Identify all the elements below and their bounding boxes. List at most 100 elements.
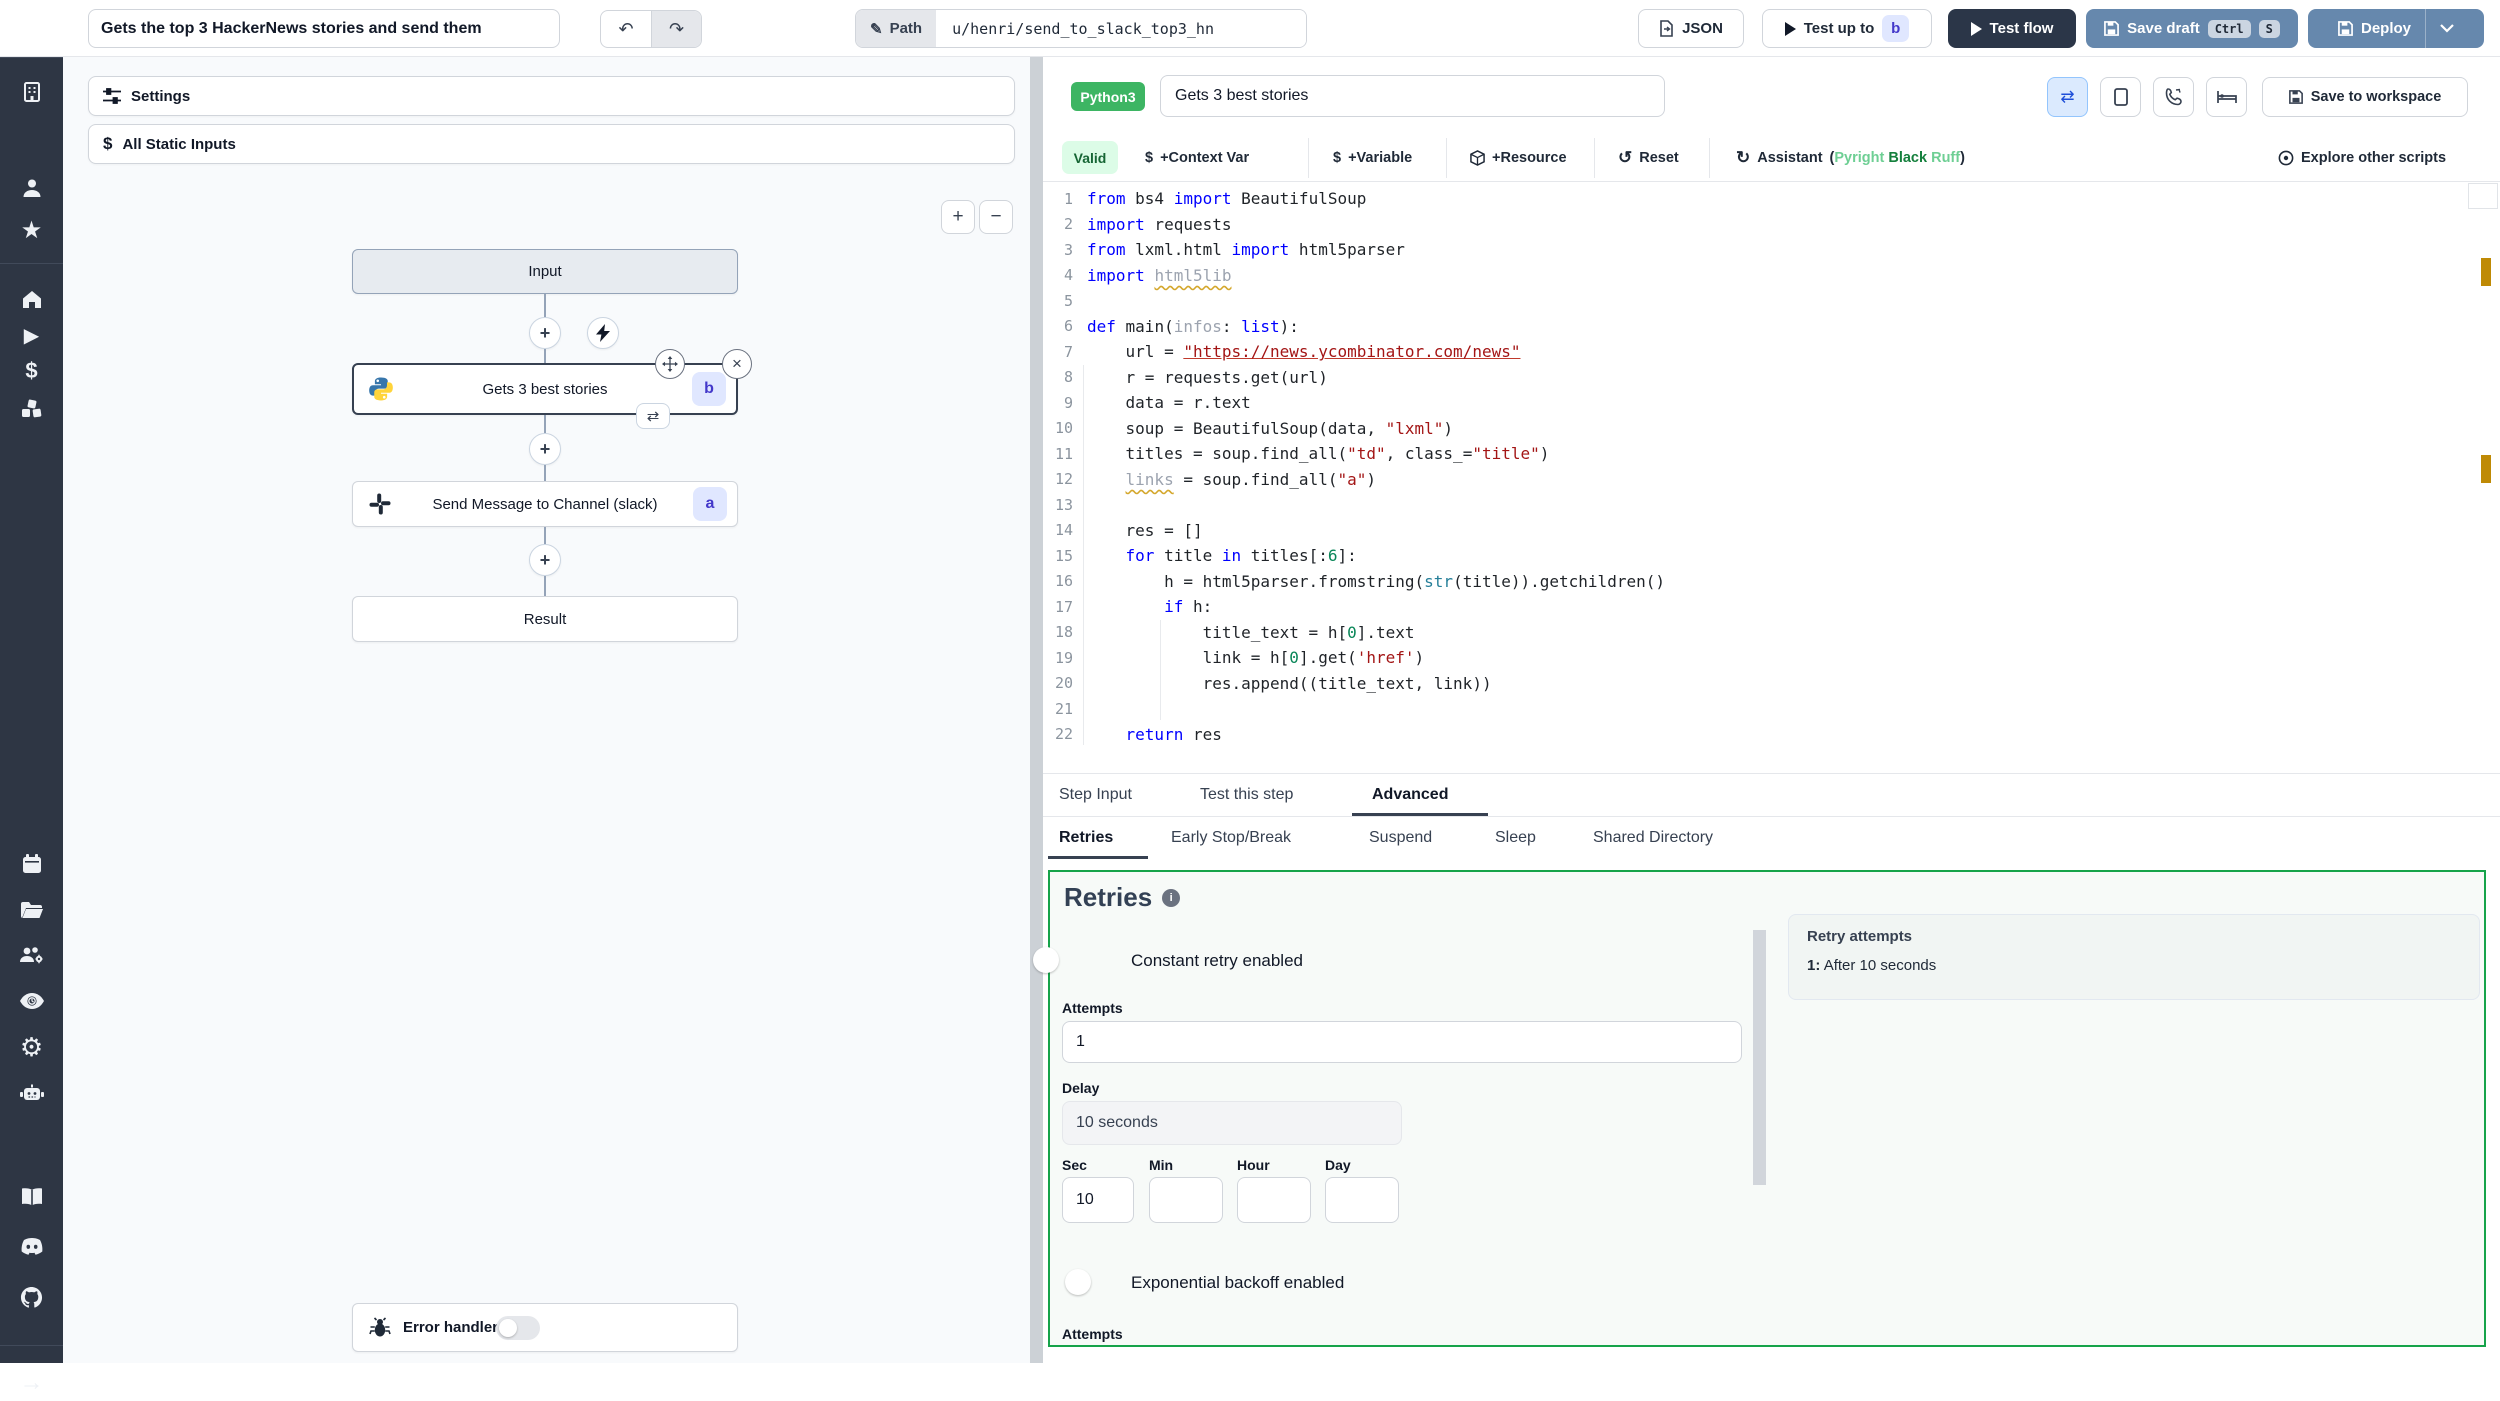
sidebar-item-resources[interactable] bbox=[0, 391, 63, 427]
flow-title-input[interactable] bbox=[88, 9, 560, 48]
move-step-button[interactable] bbox=[655, 349, 685, 379]
code-line[interactable]: 14 res = [] bbox=[1043, 518, 2473, 544]
add-resource-button[interactable]: +Resource bbox=[1470, 143, 1567, 173]
retry-attempt-text: After 10 seconds bbox=[1823, 957, 1937, 974]
code-line[interactable]: 20 res.append((title_text, link)) bbox=[1043, 671, 2473, 697]
flow-node-result[interactable]: Result bbox=[352, 596, 738, 642]
min-input[interactable] bbox=[1149, 1177, 1223, 1223]
tab-test-this-step[interactable]: Test this step bbox=[1200, 786, 1293, 804]
assistant-button[interactable]: ↻ Assistant (Pyright Black Ruff) bbox=[1736, 143, 1965, 173]
step-title-input[interactable] bbox=[1160, 75, 1665, 117]
static-inputs-button[interactable]: $ All Static Inputs bbox=[88, 124, 1015, 164]
tab-sleep[interactable]: Sleep bbox=[1495, 829, 1536, 847]
sidebar-item-runs[interactable]: ▶ bbox=[0, 317, 63, 353]
info-icon[interactable]: i bbox=[1162, 888, 1181, 907]
code-line[interactable]: 22 return res bbox=[1043, 722, 2473, 748]
code-editor[interactable]: 1 from bs4 import BeautifulSoup 2 import re… bbox=[1043, 186, 2473, 747]
day-input[interactable] bbox=[1325, 1177, 1399, 1223]
code-line[interactable]: 19 link = h[0].get('href') bbox=[1043, 645, 2473, 671]
sec-input[interactable] bbox=[1062, 1177, 1134, 1223]
sleep-button[interactable] bbox=[2206, 77, 2247, 117]
path-field[interactable]: ✎ Path u/henri/send_to_slack_top3_hn bbox=[855, 9, 1308, 48]
undo-button[interactable]: ↶ bbox=[601, 11, 651, 47]
add-variable-label: +Variable bbox=[1348, 150, 1413, 166]
add-step-button[interactable]: + bbox=[529, 544, 561, 576]
zoom-out-button[interactable]: − bbox=[979, 200, 1013, 234]
suspend-button[interactable] bbox=[2153, 77, 2194, 117]
delete-step-button[interactable]: × bbox=[722, 349, 752, 379]
explore-scripts-button[interactable]: Explore other scripts bbox=[2278, 143, 2446, 173]
add-context-var-button[interactable]: $ +Context Var bbox=[1145, 143, 1249, 173]
code-line[interactable]: 8 r = requests.get(url) bbox=[1043, 365, 2473, 391]
retries-scrollbar[interactable] bbox=[1753, 930, 1766, 1185]
sidebar-item-workers[interactable] bbox=[0, 1075, 63, 1111]
tab-retries[interactable]: Retries bbox=[1059, 829, 1113, 847]
add-step-button[interactable]: + bbox=[529, 317, 561, 349]
flow-node-input[interactable]: Input bbox=[352, 249, 738, 294]
sidebar-item-docs[interactable] bbox=[0, 1179, 63, 1215]
minimap-slider[interactable] bbox=[2468, 183, 2498, 209]
flow-settings-button[interactable]: Settings bbox=[88, 76, 1015, 116]
code-line[interactable]: 2 import requests bbox=[1043, 212, 2473, 238]
test-flow-button[interactable]: Test flow bbox=[1948, 9, 2076, 48]
retry-settings-button[interactable]: ⇄ bbox=[2047, 77, 2088, 117]
code-line[interactable]: 17 if h: bbox=[1043, 594, 2473, 620]
tab-early-stop[interactable]: Early Stop/Break bbox=[1171, 829, 1291, 847]
code-line[interactable]: 21 bbox=[1043, 696, 2473, 722]
code-line[interactable]: 13 bbox=[1043, 492, 2473, 518]
test-up-to-button[interactable]: Test up to b bbox=[1762, 9, 1932, 48]
github-icon bbox=[20, 1286, 43, 1308]
add-step-button[interactable]: + bbox=[529, 433, 561, 465]
json-button[interactable]: JSON bbox=[1638, 9, 1744, 48]
sidebar-item-github[interactable] bbox=[0, 1279, 63, 1315]
sidebar-item-groups[interactable] bbox=[0, 937, 63, 973]
path-value[interactable]: u/henri/send_to_slack_top3_hn bbox=[936, 10, 1307, 47]
sidebar-item-workspace[interactable] bbox=[0, 74, 63, 110]
tab-shared-directory[interactable]: Shared Directory bbox=[1593, 829, 1713, 847]
code-line[interactable]: 7 url = "https://news.ycombinator.com/ne… bbox=[1043, 339, 2473, 365]
deploy-button[interactable]: Deploy bbox=[2308, 9, 2484, 48]
code-line[interactable]: 11 titles = soup.find_all("td", class_="… bbox=[1043, 441, 2473, 467]
retry-indicator-chip[interactable]: ⇄ bbox=[636, 403, 670, 429]
code-line[interactable]: 10 soup = BeautifulSoup(data, "lxml") bbox=[1043, 416, 2473, 442]
flow-node-step-a[interactable]: Send Message to Channel (slack) a bbox=[352, 481, 738, 527]
early-stop-button[interactable] bbox=[2100, 77, 2141, 117]
code-line[interactable]: 12 links = soup.find_all("a") bbox=[1043, 467, 2473, 493]
tab-step-input[interactable]: Step Input bbox=[1059, 786, 1132, 804]
tab-suspend[interactable]: Suspend bbox=[1369, 829, 1432, 847]
panel-resize-handle[interactable] bbox=[1030, 57, 1043, 1363]
save-to-workspace-button[interactable]: Save to workspace bbox=[2262, 77, 2468, 117]
sidebar-expand-button[interactable]: → bbox=[0, 1365, 63, 1401]
reset-button[interactable]: ↺ Reset bbox=[1618, 143, 1679, 173]
code-line[interactable]: 5 bbox=[1043, 288, 2473, 314]
error-handler-node[interactable]: Error handler bbox=[352, 1303, 738, 1352]
code-line[interactable]: 3 from lxml.html import html5parser bbox=[1043, 237, 2473, 263]
sidebar-item-favorites[interactable]: ★ bbox=[0, 212, 63, 248]
code-line[interactable]: 1 from bs4 import BeautifulSoup bbox=[1043, 186, 2473, 212]
tab-advanced[interactable]: Advanced bbox=[1372, 786, 1448, 804]
code-line[interactable]: 4 import html5lib bbox=[1043, 263, 2473, 289]
code-line[interactable]: 9 data = r.text bbox=[1043, 390, 2473, 416]
attempts-input[interactable] bbox=[1062, 1021, 1742, 1063]
hour-input[interactable] bbox=[1237, 1177, 1311, 1223]
sidebar-item-discord[interactable] bbox=[0, 1229, 63, 1265]
sidebar-item-audit-logs[interactable] bbox=[0, 983, 63, 1019]
sidebar-item-folders[interactable] bbox=[0, 892, 63, 928]
deploy-dropdown-button[interactable] bbox=[2426, 20, 2468, 37]
trigger-button[interactable] bbox=[587, 317, 619, 349]
sidebar-item-variables[interactable]: $ bbox=[0, 353, 63, 389]
add-variable-button[interactable]: $ +Variable bbox=[1333, 143, 1412, 173]
error-handler-toggle[interactable] bbox=[496, 1315, 541, 1340]
sidebar-item-settings[interactable]: ⚙ bbox=[0, 1029, 63, 1065]
code-line[interactable]: 16 h = html5parser.fromstring(str(title)… bbox=[1043, 569, 2473, 595]
code-line[interactable]: 6 def main(infos: list): bbox=[1043, 314, 2473, 340]
delay-input bbox=[1062, 1101, 1402, 1145]
redo-button[interactable]: ↷ bbox=[651, 11, 701, 47]
sidebar-item-user[interactable] bbox=[0, 170, 63, 206]
code-line[interactable]: 15 for title in titles[:6]: bbox=[1043, 543, 2473, 569]
save-draft-button[interactable]: Save draft Ctrl S bbox=[2086, 9, 2298, 48]
sidebar-item-home[interactable] bbox=[0, 281, 63, 317]
code-line[interactable]: 18 title_text = h[0].text bbox=[1043, 620, 2473, 646]
sidebar-item-schedules[interactable] bbox=[0, 846, 63, 882]
zoom-in-button[interactable]: + bbox=[941, 200, 975, 234]
